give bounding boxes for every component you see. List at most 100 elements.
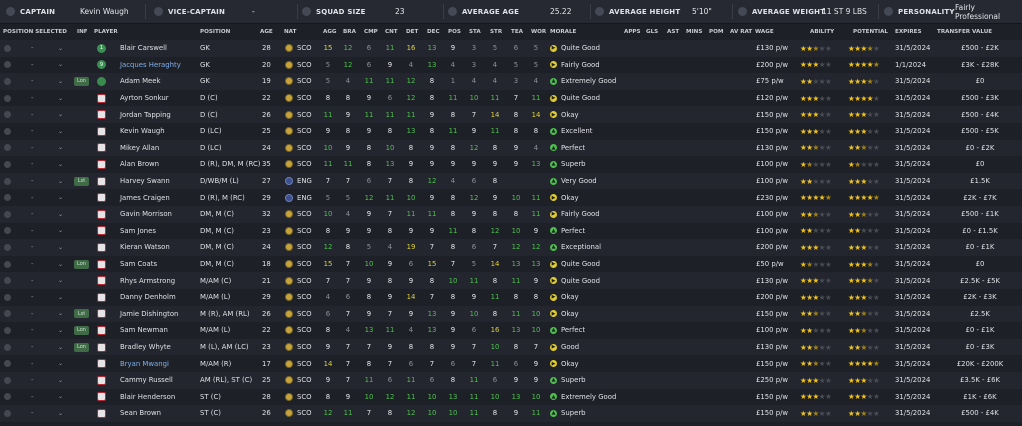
player-name[interactable]: Blair Carswell: [120, 40, 167, 57]
vice-captain-value[interactable]: -: [252, 0, 255, 23]
chevron-down-icon[interactable]: ⌄: [58, 57, 63, 74]
position-selected[interactable]: -: [31, 189, 34, 206]
col-av-rat[interactable]: AV RAT: [730, 29, 752, 35]
select-radio[interactable]: [4, 173, 11, 190]
select-radio[interactable]: [4, 339, 11, 356]
position-selected[interactable]: -: [31, 239, 34, 256]
chevron-down-icon[interactable]: ⌄: [58, 123, 63, 140]
player-name[interactable]: Jamie Dishington: [120, 306, 178, 323]
position-selected[interactable]: -: [31, 156, 34, 173]
col-expires[interactable]: EXPIRES: [895, 29, 921, 35]
table-row[interactable]: - ⌄ Lst Jamie Dishington M (R), AM (RL) 26 SCO…: [0, 305, 1022, 323]
select-radio[interactable]: [4, 223, 11, 240]
table-row[interactable]: - ⌄ Lon Sam Newman M/AM (L) 22 SCO 8 4 13 11 4 13 9 6 1…: [0, 322, 1022, 339]
select-radio[interactable]: [4, 355, 11, 372]
select-radio[interactable]: [4, 206, 11, 223]
position-selected[interactable]: -: [31, 389, 34, 406]
table-row[interactable]: - ⌄ 9 Jacques Heraghty GK 20 SCO 5 12 6 9 4 13 4 3 4 5 5 ▶…: [0, 56, 1022, 74]
player-name[interactable]: Kevin Waugh: [120, 123, 165, 140]
position-selected[interactable]: -: [31, 90, 34, 107]
select-radio[interactable]: [4, 239, 11, 256]
col-tea[interactable]: TEA: [511, 29, 523, 35]
chevron-down-icon[interactable]: ⌄: [58, 339, 63, 356]
col-nat[interactable]: NAT: [284, 29, 296, 35]
chevron-down-icon[interactable]: ⌄: [58, 223, 63, 240]
player-name[interactable]: Cammy Russell: [120, 372, 173, 389]
select-radio[interactable]: [4, 322, 11, 339]
player-name[interactable]: Adam Meek: [120, 73, 161, 90]
col-pos[interactable]: POS: [448, 29, 461, 35]
player-name[interactable]: Danny Denholm: [120, 289, 176, 306]
captain-value[interactable]: Kevin Waugh: [80, 0, 129, 23]
chevron-down-icon[interactable]: ⌄: [58, 272, 63, 289]
table-row[interactable]: - ⌄ Cammy Russell AM (RL), ST (C) 25 SCO 9 7 11 6…: [0, 372, 1022, 389]
table-row[interactable]: - ⌄ Gavin Morrison DM, M (C) 32 SCO 10 4 9 7 11 11 8…: [0, 206, 1022, 223]
player-name[interactable]: Ayrton Sonkur: [120, 90, 169, 107]
chevron-down-icon[interactable]: ⌄: [58, 156, 63, 173]
position-selected[interactable]: -: [31, 272, 34, 289]
col-wage[interactable]: WAGE: [755, 29, 774, 35]
player-name[interactable]: Jacques Heraghty: [120, 57, 181, 74]
position-selected[interactable]: -: [31, 140, 34, 157]
col-morale[interactable]: MORALE: [550, 29, 576, 35]
position-selected[interactable]: -: [31, 223, 34, 240]
col-agg[interactable]: AGG: [323, 29, 337, 35]
select-radio[interactable]: [4, 140, 11, 157]
chevron-down-icon[interactable]: ⌄: [58, 322, 63, 339]
table-row[interactable]: - ⌄ Blair Henderson ST (C) 28 SCO 8 9 10 12 11 10 13…: [0, 388, 1022, 406]
player-name[interactable]: Rhys Armstrong: [120, 272, 175, 289]
chevron-down-icon[interactable]: ⌄: [58, 256, 63, 273]
chevron-down-icon[interactable]: ⌄: [58, 206, 63, 223]
position-selected[interactable]: -: [31, 40, 34, 57]
table-row[interactable]: - ⌄ Lon Adam Meek GK 19 SCO 5 4 11 11 12 8 1 4 4 3 4 ▲ Extr…: [0, 73, 1022, 90]
player-name[interactable]: Harvey Swann: [120, 173, 170, 190]
player-name[interactable]: Sam Newman: [120, 322, 168, 339]
position-selected[interactable]: -: [31, 372, 34, 389]
table-row[interactable]: - ⌄ Mikey Allan D (LC) 24 SCO 10 9 8 10 8 9 8 12 8 9 4 ▲ P…: [0, 139, 1022, 157]
chevron-down-icon[interactable]: ⌄: [58, 40, 63, 57]
select-radio[interactable]: [4, 306, 11, 323]
chevron-down-icon[interactable]: ⌄: [58, 106, 63, 123]
table-row[interactable]: - ⌄ Kevin Waugh D (LC) 25 SCO 9 8 9 8 13 8 11 9 11 8 8 ▲ E…: [0, 123, 1022, 140]
select-radio[interactable]: [4, 106, 11, 123]
table-row[interactable]: - ⌄ Danny Denholm M/AM (L) 29 SCO 4 6 8 9 14 7 8 9 11 8…: [0, 289, 1022, 306]
table-row[interactable]: - ⌄ Rhys Armstrong M/AM (C) 21 SCO 7 7 9 8 9 8 10 11 8…: [0, 272, 1022, 289]
select-radio[interactable]: [4, 372, 11, 389]
chevron-down-icon[interactable]: ⌄: [58, 239, 63, 256]
table-row[interactable]: - ⌄ 1 Blair Carswell GK 28 SCO 15 12 6 11 16 13 9 3 5 6 5…: [0, 40, 1022, 57]
col-cnt[interactable]: CNT: [385, 29, 398, 35]
col-pom[interactable]: POM: [709, 29, 723, 35]
table-row[interactable]: - ⌄ Kieran Watson DM, M (C) 24 SCO 12 8 5 4 19 7 8 6 7…: [0, 239, 1022, 256]
col-sta[interactable]: STA: [469, 29, 481, 35]
col-player[interactable]: PLAYER: [94, 29, 118, 35]
chevron-down-icon[interactable]: ⌄: [58, 189, 63, 206]
col-wor[interactable]: WOR: [531, 29, 546, 35]
position-selected[interactable]: -: [31, 355, 34, 372]
chevron-down-icon[interactable]: ⌄: [58, 372, 63, 389]
chevron-down-icon[interactable]: ⌄: [58, 140, 63, 157]
col-dec[interactable]: DEC: [427, 29, 440, 35]
select-radio[interactable]: [4, 256, 11, 273]
select-radio[interactable]: [4, 123, 11, 140]
col-str[interactable]: STR: [490, 29, 502, 35]
position-selected[interactable]: -: [31, 339, 34, 356]
col-transfer-value[interactable]: TRANSFER VALUE: [937, 29, 992, 35]
table-row[interactable]: - ⌄ Bryan Mwangi M/AM (R) 17 SCO 14 7 8 7 6 7 6 7 11 6 9…: [0, 355, 1022, 372]
position-selected[interactable]: -: [31, 405, 34, 422]
col-inf[interactable]: INF: [77, 29, 88, 35]
position-selected[interactable]: -: [31, 123, 34, 140]
chevron-down-icon[interactable]: ⌄: [58, 289, 63, 306]
player-name[interactable]: Sam Coats: [120, 256, 157, 273]
player-name[interactable]: Bryan Mwangi: [120, 355, 169, 372]
col-ability[interactable]: ABILITY: [810, 29, 834, 35]
position-selected[interactable]: -: [31, 106, 34, 123]
select-radio[interactable]: [4, 156, 11, 173]
col-position-selected[interactable]: POSITION SELECTED: [3, 29, 67, 35]
table-row[interactable]: - ⌄ Jordan Tapping D (C) 26 SCO 11 9 11 11 11 9 8 7 14…: [0, 106, 1022, 123]
select-radio[interactable]: [4, 189, 11, 206]
col-gls[interactable]: GLS: [646, 29, 658, 35]
table-row[interactable]: - ⌄ Sean Brown ST (C) 26 SCO 12 11 7 8 12 10 10 11 8 9 1…: [0, 405, 1022, 422]
select-radio[interactable]: [4, 40, 11, 57]
select-radio[interactable]: [4, 289, 11, 306]
player-name[interactable]: Bradley Whyte: [120, 339, 171, 356]
